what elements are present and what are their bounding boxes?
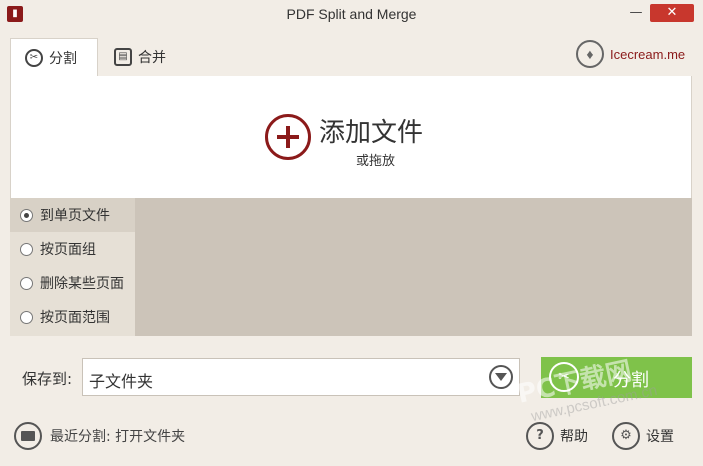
recent-split-label: 最近分割: 打开文件夹 xyxy=(50,429,186,445)
split-options-panel: 到单页文件 按页面组 删除某些页面 按页面范围 xyxy=(10,198,692,336)
gear-icon: ⚙ xyxy=(612,422,640,450)
radio-button[interactable] xyxy=(20,208,33,222)
scissors-icon: ✂ xyxy=(25,48,43,67)
window-title: PDF Split and Merge xyxy=(286,6,417,22)
help-button[interactable]: ? 帮助 xyxy=(526,422,588,450)
file-drop-zone[interactable]: 添加文件 或拖放 xyxy=(10,76,692,198)
add-files-label[interactable]: 添加文件 xyxy=(319,112,423,149)
add-file-plus-icon[interactable] xyxy=(265,114,311,160)
split-button-label: 分割 xyxy=(613,370,649,391)
tab-merge-label: 合并 xyxy=(138,50,166,66)
split-option-label: 到单页文件 xyxy=(40,208,110,224)
split-option-label: 按页面范围 xyxy=(40,310,110,326)
recent-split-link[interactable]: 最近分割: 打开文件夹 xyxy=(14,422,185,450)
split-option-single-pages[interactable]: 到单页文件 xyxy=(10,198,135,232)
split-button[interactable]: ✂ 分割 xyxy=(541,357,692,398)
save-location-value: 子文件夹 xyxy=(89,372,154,391)
help-icon: ? xyxy=(526,422,554,450)
split-option-label: 按页面组 xyxy=(40,242,96,258)
scissors-icon: ✂ xyxy=(549,362,579,392)
radio-button[interactable] xyxy=(20,276,33,290)
radio-button[interactable] xyxy=(20,242,33,256)
split-option-label: 删除某些页面 xyxy=(40,276,124,292)
tab-merge[interactable]: ▤ 合并 xyxy=(100,38,190,76)
icecream-logo-icon: ♦ xyxy=(576,40,604,68)
save-location-select[interactable]: 子文件夹 xyxy=(82,358,520,396)
chevron-down-icon[interactable] xyxy=(489,365,513,389)
tab-split[interactable]: ✂ 分割 xyxy=(10,38,98,76)
title-bar: ▮ PDF Split and Merge — ✕ xyxy=(0,0,703,30)
radio-button[interactable] xyxy=(20,310,33,324)
drag-drop-hint: 或拖放 xyxy=(356,154,396,169)
tab-split-label: 分割 xyxy=(49,50,77,67)
close-button[interactable]: ✕ xyxy=(650,4,694,22)
help-label: 帮助 xyxy=(560,429,588,445)
brand-link[interactable]: ♦ Icecream.me xyxy=(576,40,685,68)
split-option-delete-pages[interactable]: 删除某些页面 xyxy=(10,266,135,300)
settings-label: 设置 xyxy=(646,429,674,445)
save-to-label: 保存到: xyxy=(22,370,73,388)
folder-icon xyxy=(14,422,42,450)
split-mode-list: 到单页文件 按页面组 删除某些页面 按页面范围 xyxy=(10,198,135,336)
brand-label: Icecream.me xyxy=(610,46,686,62)
split-option-page-range[interactable]: 按页面范围 xyxy=(10,300,135,334)
minimize-button[interactable]: — xyxy=(628,4,644,22)
document-icon: ▤ xyxy=(114,48,132,66)
split-option-page-groups[interactable]: 按页面组 xyxy=(10,232,135,266)
settings-button[interactable]: ⚙ 设置 xyxy=(612,422,674,450)
